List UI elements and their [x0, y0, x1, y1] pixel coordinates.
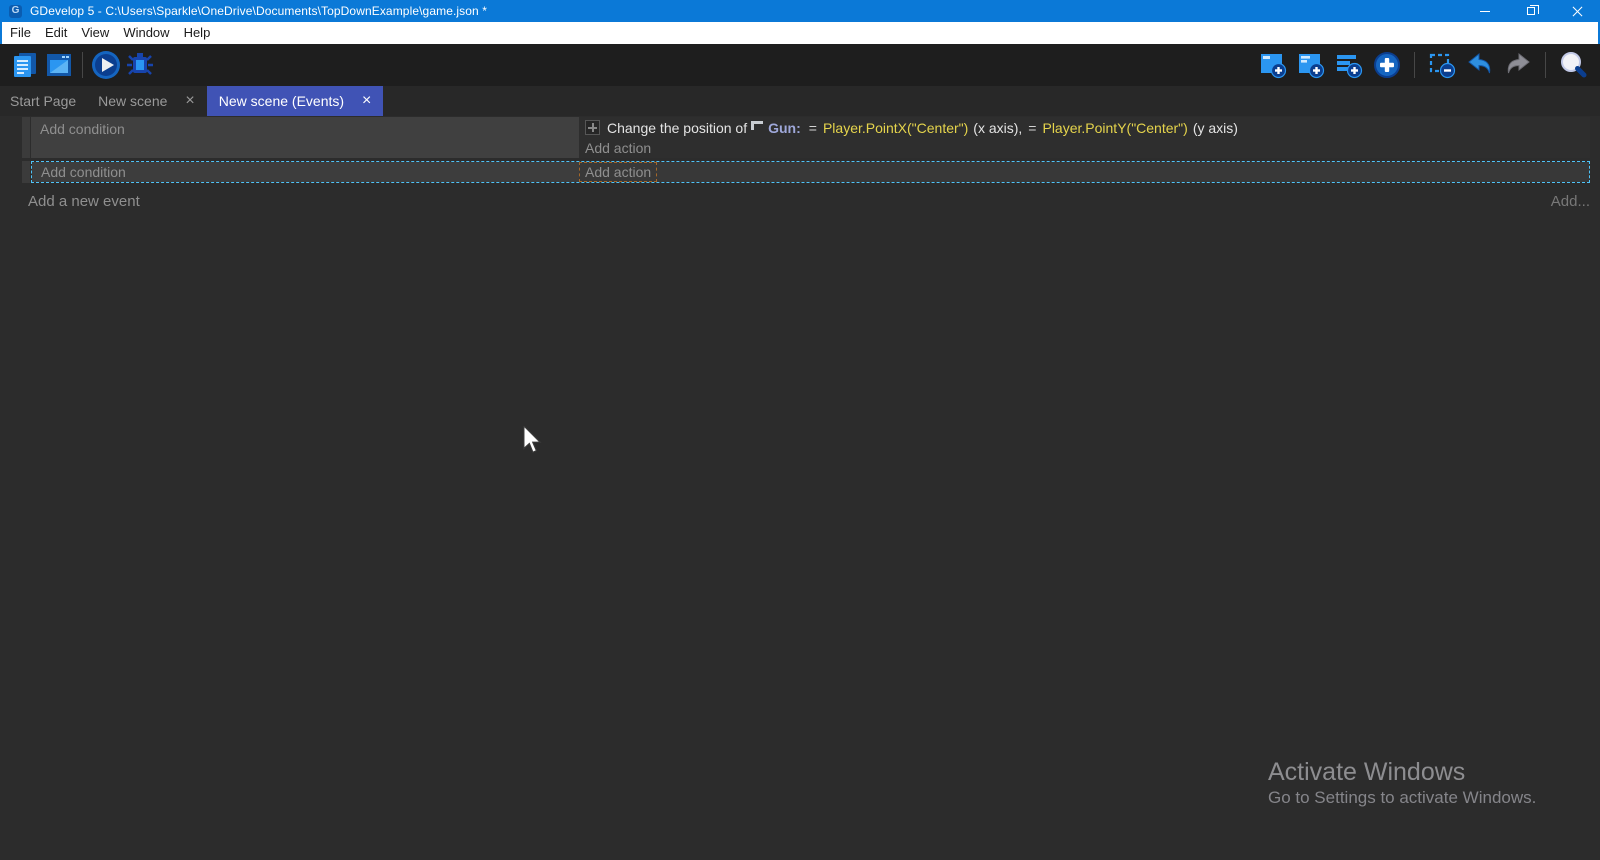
action-expression-y: Player.PointY("Center"): [1042, 120, 1187, 136]
watermark-title: Activate Windows: [1268, 758, 1536, 786]
add-action-button[interactable]: Add action: [579, 162, 657, 182]
toolbar-separator: [82, 52, 83, 78]
event-actions-column: Add action: [579, 162, 1589, 182]
tab-label: Start Page: [10, 93, 76, 109]
minimize-button[interactable]: [1462, 0, 1508, 22]
action-operator: =: [1028, 120, 1036, 136]
close-icon: [1572, 6, 1583, 17]
event-actions-column: Change the position of Gun: = Player.Poi…: [579, 117, 1590, 158]
menu-help[interactable]: Help: [177, 22, 218, 44]
action-axis-y: (y axis): [1193, 120, 1238, 136]
redo-icon[interactable]: [1501, 48, 1535, 82]
event-drag-handle[interactable]: [22, 117, 30, 158]
add-event-icon[interactable]: [1256, 48, 1290, 82]
tab-new-scene[interactable]: New scene ×: [86, 86, 207, 116]
debug-icon[interactable]: [123, 48, 157, 82]
minimize-icon: [1480, 11, 1490, 12]
event-row-selected: Add condition Add action: [22, 161, 1590, 183]
position-crosshair-icon: [585, 120, 600, 135]
event-drag-handle[interactable]: [22, 161, 30, 183]
event-row: Add condition Change the position of Gun…: [22, 117, 1590, 158]
action-object-name: Gun:: [768, 120, 801, 136]
delete-selection-icon[interactable]: [1425, 48, 1459, 82]
tab-close-icon[interactable]: ×: [185, 93, 194, 109]
tab-new-scene-events[interactable]: New scene (Events) ×: [207, 86, 384, 116]
restore-button[interactable]: [1508, 0, 1554, 22]
restore-icon: [1527, 7, 1535, 15]
add-new-event-button[interactable]: Add a new event: [28, 193, 140, 210]
menu-file[interactable]: File: [3, 22, 38, 44]
preview-icon[interactable]: [89, 48, 123, 82]
tab-close-icon[interactable]: ×: [362, 93, 371, 109]
watermark-subtitle: Go to Settings to activate Windows.: [1268, 786, 1536, 810]
add-action-button[interactable]: Add action: [585, 138, 1590, 158]
gun-sprite-icon: [751, 121, 763, 130]
tab-bar: Start Page New scene × New scene (Events…: [0, 86, 1600, 116]
tab-label: New scene: [98, 93, 167, 109]
action-operator: =: [809, 120, 817, 136]
undo-icon[interactable]: [1463, 48, 1497, 82]
add-subevent-icon[interactable]: [1294, 48, 1328, 82]
menu-view[interactable]: View: [74, 22, 116, 44]
events-sheet: Add condition Change the position of Gun…: [0, 116, 1600, 860]
activate-windows-watermark: Activate Windows Go to Settings to activ…: [1268, 758, 1536, 810]
start-page-icon[interactable]: [42, 48, 76, 82]
project-manager-icon[interactable]: [8, 48, 42, 82]
menu-edit[interactable]: Edit: [38, 22, 74, 44]
title-bar: G GDevelop 5 - C:\Users\Sparkle\OneDrive…: [0, 0, 1600, 22]
add-comment-icon[interactable]: [1332, 48, 1366, 82]
search-icon[interactable]: [1556, 48, 1590, 82]
action-change-position[interactable]: Change the position of Gun: = Player.Poi…: [585, 117, 1590, 138]
tab-start-page[interactable]: Start Page: [0, 86, 86, 116]
tab-label: New scene (Events): [219, 93, 344, 109]
selection-outline: Add condition Add action: [31, 161, 1590, 183]
action-axis-x: (x axis),: [973, 120, 1022, 136]
action-text: Change the position of: [607, 120, 747, 136]
toolbar-separator: [1414, 52, 1415, 78]
add-condition-button[interactable]: Add condition: [32, 162, 579, 182]
action-expression-x: Player.PointX("Center"): [823, 120, 968, 136]
menu-window[interactable]: Window: [116, 22, 176, 44]
add-other-event-icon[interactable]: [1370, 48, 1404, 82]
menu-bar: File Edit View Window Help: [0, 22, 1600, 44]
gdevelop-logo-icon: G: [9, 5, 22, 18]
toolbar-separator: [1545, 52, 1546, 78]
window-title: GDevelop 5 - C:\Users\Sparkle\OneDrive\D…: [30, 4, 487, 18]
add-event-menu-button[interactable]: Add...: [1551, 193, 1590, 210]
toolbar: [0, 44, 1600, 86]
close-button[interactable]: [1554, 0, 1600, 22]
add-condition-button[interactable]: Add condition: [31, 117, 579, 158]
